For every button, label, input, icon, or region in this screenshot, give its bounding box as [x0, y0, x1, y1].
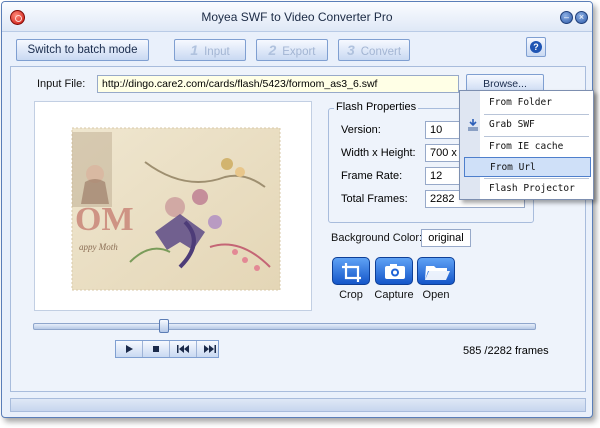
- menu-item-flash-projector[interactable]: Flash Projector: [464, 179, 591, 199]
- menu-item-label: From Url: [490, 162, 536, 173]
- main-window: Moyea SWF to Video Converter Pro – × Swi…: [1, 1, 593, 418]
- menu-item-grab-swf[interactable]: Grab SWF: [464, 115, 591, 135]
- open-label: Open: [422, 289, 450, 301]
- minimize-icon[interactable]: –: [560, 11, 573, 24]
- window-title: Moyea SWF to Video Converter Pro: [201, 10, 393, 24]
- crop-icon: [342, 263, 361, 282]
- stop-button[interactable]: [143, 341, 170, 357]
- close-icon[interactable]: ×: [575, 11, 588, 24]
- status-bar: [10, 398, 586, 412]
- svg-text:OM: OM: [75, 201, 134, 238]
- menu-item-from-url[interactable]: From Url: [464, 157, 591, 177]
- crop-button[interactable]: [332, 257, 370, 285]
- timeline-slider-thumb[interactable]: [159, 319, 169, 333]
- menu-item-from-folder[interactable]: From Folder: [464, 93, 591, 113]
- forward-button[interactable]: [197, 341, 223, 357]
- step-number: 3: [346, 42, 355, 58]
- player-controls: [115, 340, 219, 358]
- step-label: Export: [282, 46, 316, 58]
- step-label: Input: [204, 46, 230, 58]
- step-convert-button[interactable]: 3 Convert: [338, 39, 410, 61]
- play-button[interactable]: [116, 341, 143, 357]
- background-color-label: Background Color:: [331, 232, 423, 244]
- grab-icon: [468, 119, 478, 131]
- flash-preview: OM appy Moth: [34, 101, 312, 311]
- capture-button[interactable]: [375, 257, 413, 285]
- frame-counter: 585 /2282 frames: [463, 345, 549, 357]
- dimensions-label: Width x Height:: [341, 147, 416, 159]
- help-button[interactable]: ?: [526, 37, 546, 57]
- version-label: Version:: [341, 124, 381, 136]
- menu-item-label: From IE cache: [489, 141, 564, 152]
- step-number: 2: [268, 42, 277, 58]
- title-bar[interactable]: Moyea SWF to Video Converter Pro – ×: [2, 2, 592, 32]
- rewind-button[interactable]: [170, 341, 197, 357]
- menu-item-from-ie-cache[interactable]: From IE cache: [464, 137, 591, 157]
- stop-icon: [153, 346, 159, 352]
- menu-item-label: Flash Projector: [489, 183, 575, 194]
- input-file-label: Input File:: [37, 78, 86, 90]
- timeline-slider[interactable]: [33, 323, 536, 330]
- camera-icon: [385, 264, 405, 279]
- input-file-field[interactable]: http://dingo.care2.com/cards/flash/5423/…: [97, 75, 459, 93]
- help-icon: ?: [530, 41, 542, 53]
- step-number: 1: [190, 42, 199, 58]
- preview-image: OM appy Moth: [71, 127, 281, 291]
- step-label: Convert: [360, 46, 402, 58]
- frame-rate-label: Frame Rate:: [341, 170, 403, 182]
- skip-forward-icon: [204, 345, 216, 353]
- skip-back-icon: [177, 345, 189, 353]
- open-button[interactable]: [417, 257, 455, 285]
- browse-dropdown-menu: From Folder Grab SWF From IE cache From …: [459, 90, 594, 200]
- step-export-button[interactable]: 2 Export: [256, 39, 328, 61]
- flash-properties-title: Flash Properties: [334, 101, 419, 113]
- play-icon: [126, 345, 133, 353]
- total-frames-label: Total Frames:: [341, 193, 408, 205]
- menu-item-label: From Folder: [489, 97, 552, 108]
- folder-open-icon: [425, 266, 450, 280]
- switch-batch-mode-button[interactable]: Switch to batch mode: [16, 39, 149, 61]
- step-input-button[interactable]: 1 Input: [174, 39, 246, 61]
- svg-text:appy Moth: appy Moth: [79, 242, 118, 252]
- background-color-field[interactable]: original: [421, 229, 471, 247]
- menu-item-label: Grab SWF: [489, 119, 535, 130]
